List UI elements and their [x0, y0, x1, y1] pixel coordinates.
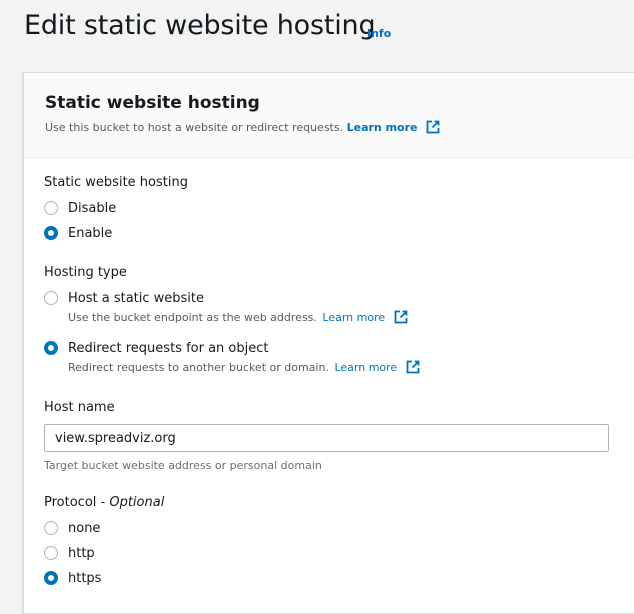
radio-https-input[interactable] — [44, 571, 58, 585]
host-name-label: Host name — [44, 400, 115, 415]
external-link-icon[interactable] — [426, 120, 440, 137]
radio-none-input[interactable] — [44, 521, 58, 535]
redirect-learn-more-link[interactable]: Learn more — [334, 361, 397, 374]
external-link-icon[interactable] — [394, 310, 408, 327]
external-link-icon[interactable] — [406, 360, 420, 377]
redirect-description-text: Redirect requests to another bucket or d… — [68, 361, 329, 374]
panel-title: Static website hosting — [45, 93, 260, 113]
radio-redirect-label: Redirect requests for an object — [68, 340, 269, 356]
protocol-label: Protocol - Optional — [44, 495, 164, 510]
panel-description: Use this bucket to host a website or red… — [45, 120, 440, 137]
radio-http-label: http — [68, 545, 95, 561]
info-link[interactable]: Info — [367, 27, 391, 40]
radio-redirect[interactable]: Redirect requests for an object — [44, 339, 268, 357]
radio-https[interactable]: https — [44, 569, 101, 587]
host-name-constraint: Target bucket website address or persona… — [44, 459, 322, 472]
redirect-description: Redirect requests to another bucket or d… — [68, 360, 420, 377]
radio-none-label: none — [68, 520, 101, 536]
learn-more-link[interactable]: Learn more — [347, 121, 418, 134]
radio-disable-label: Disable — [68, 200, 117, 216]
host-static-learn-more-link[interactable]: Learn more — [322, 311, 385, 324]
radio-enable-input[interactable] — [44, 226, 58, 240]
radio-redirect-input[interactable] — [44, 341, 58, 355]
radio-none[interactable]: none — [44, 519, 100, 537]
radio-host-static-label: Host a static website — [68, 290, 205, 306]
radio-host-static[interactable]: Host a static website — [44, 289, 204, 307]
radio-http[interactable]: http — [44, 544, 95, 562]
panel-description-text: Use this bucket to host a website or red… — [45, 121, 344, 134]
radio-enable-label: Enable — [68, 225, 113, 241]
radio-http-input[interactable] — [44, 546, 58, 560]
host-name-input[interactable] — [44, 424, 609, 452]
radio-disable-input[interactable] — [44, 201, 58, 215]
protocol-optional: Optional — [109, 495, 165, 510]
radio-disable[interactable]: Disable — [44, 199, 116, 217]
radio-https-label: https — [68, 570, 102, 586]
radio-host-static-input[interactable] — [44, 291, 58, 305]
page-title: Edit static website hosting — [24, 10, 376, 41]
hosting-type-label: Hosting type — [44, 265, 127, 280]
host-static-description: Use the bucket endpoint as the web addre… — [68, 310, 408, 327]
protocol-label-text: Protocol - — [44, 495, 110, 510]
radio-enable[interactable]: Enable — [44, 224, 112, 242]
host-static-description-text: Use the bucket endpoint as the web addre… — [68, 311, 317, 324]
hosting-label: Static website hosting — [44, 175, 188, 190]
panel-header: Static website hosting Use this bucket t… — [24, 73, 634, 158]
